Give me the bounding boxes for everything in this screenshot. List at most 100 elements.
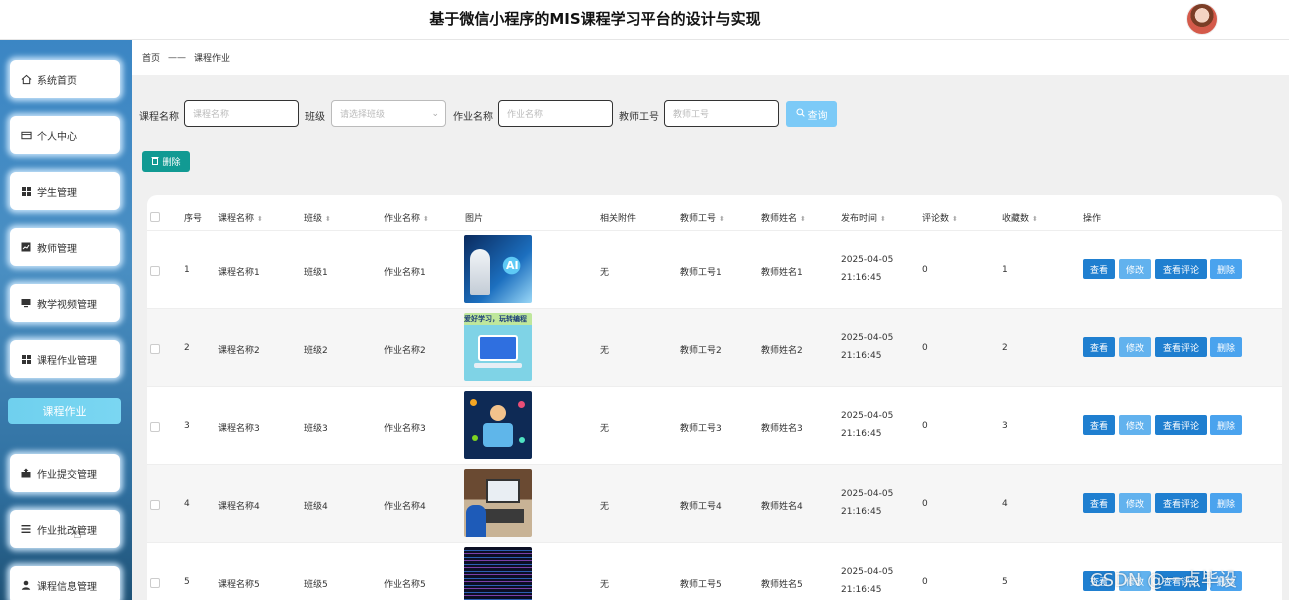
mouse-pointer-icon: ☝ xyxy=(73,526,82,542)
homework-image[interactable] xyxy=(464,391,532,459)
cell-teacher-name: 教师姓名5 xyxy=(761,580,803,590)
trash-icon xyxy=(151,156,159,168)
view-comments-button[interactable]: 查看评论 xyxy=(1155,415,1207,435)
row-checkbox[interactable] xyxy=(150,578,160,588)
cell-homework: 作业名称5 xyxy=(384,580,426,590)
cell-attachment: 无 xyxy=(600,502,610,512)
teacher-no-input[interactable]: 教师工号 xyxy=(664,100,779,127)
column-header-label: 教师姓名 xyxy=(761,214,798,224)
cell-class: 班级2 xyxy=(304,346,328,356)
cell-no: 2 xyxy=(184,343,190,353)
column-header-comments[interactable]: 评论数 ⬍ xyxy=(922,211,958,224)
sort-icon[interactable]: ⬍ xyxy=(800,215,806,223)
avatar[interactable] xyxy=(1186,3,1218,35)
column-header-label: 班级 xyxy=(304,214,323,224)
view-button[interactable]: 查看 xyxy=(1083,337,1115,357)
column-header-homework[interactable]: 作业名称 ⬍ xyxy=(384,211,429,224)
sort-icon[interactable]: ⬍ xyxy=(423,215,429,223)
sidebar-item-teachers[interactable]: 教师管理 xyxy=(10,228,120,266)
sort-icon[interactable]: ⬍ xyxy=(880,215,886,223)
course-name-input[interactable]: 课程名称 xyxy=(184,100,299,127)
column-header-label: 作业名称 xyxy=(384,214,421,224)
homework-name-label: 作业名称 xyxy=(453,112,493,123)
course-name-label: 课程名称 xyxy=(139,112,179,123)
view-button[interactable]: 查看 xyxy=(1083,493,1115,513)
delete-button[interactable]: 删除 xyxy=(1210,259,1242,279)
sidebar-item-courses[interactable]: 课程信息管理 xyxy=(10,566,120,600)
sidebar-item-students[interactable]: 学生管理 xyxy=(10,172,120,210)
row-checkbox[interactable] xyxy=(150,344,160,354)
cell-homework: 作业名称3 xyxy=(384,424,426,434)
sort-icon[interactable]: ⬍ xyxy=(325,215,331,223)
view-comments-button[interactable]: 查看评论 xyxy=(1155,259,1207,279)
sort-icon[interactable]: ⬍ xyxy=(257,215,263,223)
sidebar-item-label: 教学视频管理 xyxy=(37,299,97,311)
cell-course: 课程名称1 xyxy=(218,268,260,278)
view-comments-button[interactable]: 查看评论 xyxy=(1155,337,1207,357)
view-comments-button[interactable]: 查看评论 xyxy=(1155,493,1207,513)
edit-button[interactable]: 修改 xyxy=(1119,415,1151,435)
homework-image[interactable] xyxy=(464,547,532,600)
search-icon xyxy=(795,108,805,120)
breadcrumb: 首页 —— 课程作业 xyxy=(132,40,1289,75)
sidebar-item-label: 系统首页 xyxy=(37,75,77,87)
sidebar-item-label: 作业批改管理 xyxy=(37,525,97,537)
top-header: 基于微信小程序的MIS课程学习平台的设计与实现 xyxy=(0,0,1289,40)
homework-image[interactable]: 爱好学习，玩转编程 xyxy=(464,313,532,381)
cell-class: 班级3 xyxy=(304,424,328,434)
column-header-label: 教师工号 xyxy=(680,214,717,224)
view-button[interactable]: 查看 xyxy=(1083,415,1115,435)
column-header-time[interactable]: 发布时间 ⬍ xyxy=(841,211,886,224)
cell-favorites: 2 xyxy=(1002,343,1008,353)
table-row: 3 课程名称3 班级3 作业名称3 无 教师工号3 教师姓名3 2025-04-… xyxy=(147,386,1282,464)
homework-image[interactable] xyxy=(464,469,532,537)
row-checkbox[interactable] xyxy=(150,500,160,510)
edit-button[interactable]: 修改 xyxy=(1119,337,1151,357)
row-checkbox[interactable] xyxy=(150,266,160,276)
homework-name-input[interactable]: 作业名称 xyxy=(498,100,613,127)
column-header-course[interactable]: 课程名称 ⬍ xyxy=(218,211,263,224)
cell-time: 2025-04-05 21:16:45 xyxy=(841,567,894,595)
sidebar-subitem-homework[interactable]: 课程作业 xyxy=(8,398,121,424)
cell-favorites: 5 xyxy=(1002,577,1008,587)
view-button[interactable]: 查看 xyxy=(1083,259,1115,279)
sort-icon[interactable]: ⬍ xyxy=(952,215,958,223)
class-select-placeholder: 请选择班级 xyxy=(340,110,386,120)
column-header-favorites[interactable]: 收藏数 ⬍ xyxy=(1002,211,1038,224)
monitor-icon xyxy=(20,297,32,309)
sidebar-item-grading[interactable]: 作业批改管理 xyxy=(10,510,120,548)
teacher-no-label: 教师工号 xyxy=(619,112,659,123)
homework-image[interactable]: AI xyxy=(464,235,532,303)
sidebar-item-homework-mgmt[interactable]: 课程作业管理 xyxy=(10,340,120,378)
row-checkbox[interactable] xyxy=(150,422,160,432)
watermark: CSDN @一点毕设 xyxy=(1090,570,1238,591)
search-button[interactable]: 查询 xyxy=(786,101,837,127)
column-header-teacher-name[interactable]: 教师姓名 ⬍ xyxy=(761,211,806,224)
sidebar-item-home[interactable]: 系统首页 xyxy=(10,60,120,98)
delete-button[interactable]: 删除 xyxy=(1210,337,1242,357)
sidebar-item-profile[interactable]: 个人中心 xyxy=(10,116,120,154)
edit-button[interactable]: 修改 xyxy=(1119,259,1151,279)
column-header-attachment: 相关附件 xyxy=(600,214,637,224)
delete-button[interactable]: 删除 xyxy=(1210,415,1242,435)
sort-icon[interactable]: ⬍ xyxy=(1032,215,1038,223)
column-header-class[interactable]: 班级 ⬍ xyxy=(304,211,331,224)
cell-attachment: 无 xyxy=(600,580,610,590)
sort-icon[interactable]: ⬍ xyxy=(719,215,725,223)
sidebar-item-videos[interactable]: 教学视频管理 xyxy=(10,284,120,322)
column-header-teacher-no[interactable]: 教师工号 ⬍ xyxy=(680,211,725,224)
class-select[interactable]: 请选择班级 ⌄ xyxy=(331,100,446,127)
column-header-label: 收藏数 xyxy=(1002,214,1030,224)
cell-class: 班级1 xyxy=(304,268,328,278)
cell-attachment: 无 xyxy=(600,268,610,278)
edit-button[interactable]: 修改 xyxy=(1119,493,1151,513)
table-row: 2 课程名称2 班级2 作业名称2 爱好学习，玩转编程 无 教师工号2 教师姓名… xyxy=(147,308,1282,386)
breadcrumb-home[interactable]: 首页 xyxy=(142,51,160,64)
column-header-actions: 操作 xyxy=(1083,214,1102,224)
select-all-checkbox[interactable] xyxy=(150,212,160,222)
upload-icon xyxy=(20,467,32,479)
bulk-delete-button[interactable]: 删除 xyxy=(142,151,190,172)
delete-button[interactable]: 删除 xyxy=(1210,493,1242,513)
sidebar-item-submissions[interactable]: 作业提交管理 xyxy=(10,454,120,492)
cell-time: 2025-04-05 21:16:45 xyxy=(841,333,894,361)
